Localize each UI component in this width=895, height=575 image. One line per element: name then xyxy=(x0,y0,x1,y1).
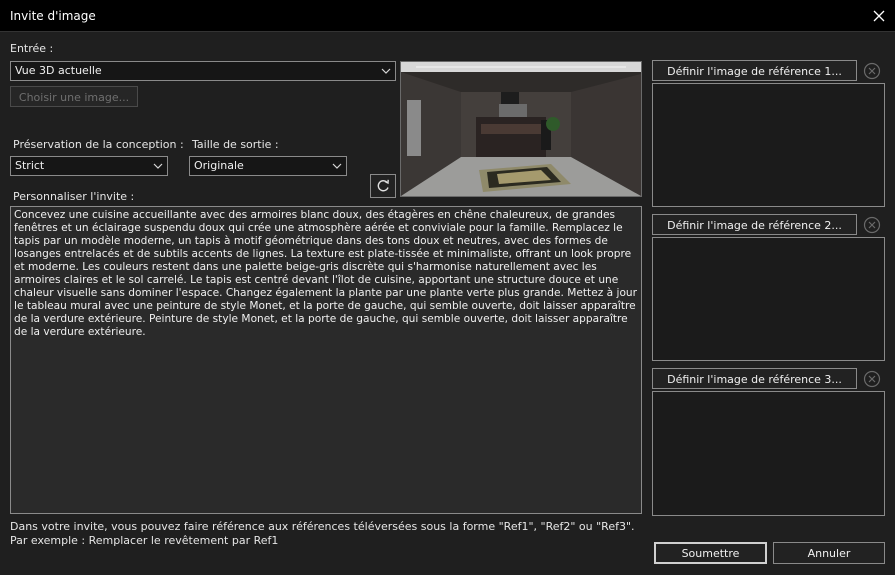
refresh-icon xyxy=(377,179,389,192)
kitchen-3d-preview xyxy=(401,62,641,196)
preview-image xyxy=(400,61,642,197)
remove-circle-icon xyxy=(863,216,881,234)
set-reference-3-button[interactable]: Définir l'image de référence 3... xyxy=(652,368,857,389)
close-button[interactable] xyxy=(863,0,895,32)
hint-line-1: Dans votre invite, vous pouvez faire réf… xyxy=(10,520,635,533)
choose-image-button[interactable]: Choisir une image... xyxy=(10,86,138,107)
input-source-select[interactable]: Vue 3D actuelle xyxy=(10,61,396,81)
reference-2-image-area xyxy=(652,237,885,361)
design-preservation-select[interactable]: Strict xyxy=(10,156,168,176)
input-label: Entrée : xyxy=(10,42,54,55)
prompt-label: Personnaliser l'invite : xyxy=(13,190,135,203)
refresh-preview-button[interactable] xyxy=(370,174,396,198)
set-reference-1-button[interactable]: Définir l'image de référence 1... xyxy=(652,60,857,81)
remove-circle-icon xyxy=(863,62,881,80)
output-size-select[interactable]: Originale xyxy=(189,156,347,176)
input-source-value: Vue 3D actuelle xyxy=(15,64,102,77)
output-size-label: Taille de sortie : xyxy=(192,138,279,151)
remove-reference-1-button[interactable] xyxy=(861,60,883,82)
reference-3-image-area xyxy=(652,391,885,516)
cancel-button[interactable]: Annuler xyxy=(773,542,885,564)
design-preservation-label: Préservation de la conception : xyxy=(13,138,184,151)
title-bar: Invite d'image xyxy=(0,0,895,32)
remove-reference-3-button[interactable] xyxy=(861,368,883,390)
remove-circle-icon xyxy=(863,370,881,388)
hint-line-2: Par exemple : Remplacer le revêtement pa… xyxy=(10,534,279,547)
set-reference-2-button[interactable]: Définir l'image de référence 2... xyxy=(652,214,857,235)
chevron-down-icon xyxy=(381,68,391,74)
output-size-value: Originale xyxy=(194,159,244,172)
remove-reference-2-button[interactable] xyxy=(861,214,883,236)
chevron-down-icon xyxy=(153,163,163,169)
prompt-textarea[interactable]: Concevez une cuisine accueillante avec d… xyxy=(10,206,642,514)
window-title: Invite d'image xyxy=(10,9,96,23)
design-preservation-value: Strict xyxy=(15,159,45,172)
reference-1-image-area xyxy=(652,83,885,207)
submit-button[interactable]: Soumettre xyxy=(654,542,767,564)
close-icon xyxy=(873,10,885,22)
chevron-down-icon xyxy=(332,163,342,169)
